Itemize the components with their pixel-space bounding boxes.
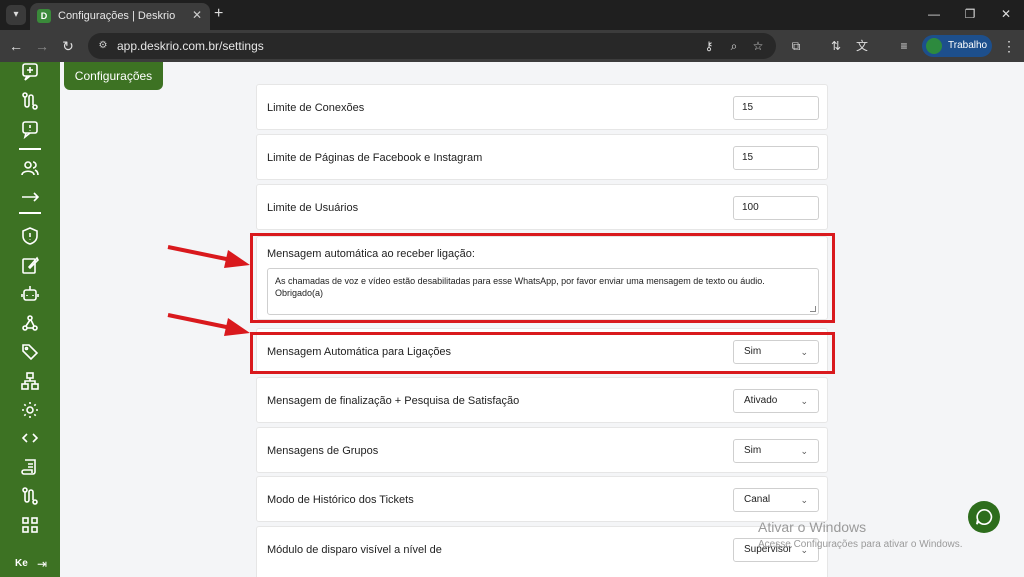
setting-row: Modo de Histórico dos Tickets Canal ⌄ bbox=[256, 476, 828, 522]
chevron-down-icon: ⌄ bbox=[800, 446, 808, 456]
settings-icon[interactable] bbox=[20, 400, 40, 420]
setting-label: Módulo de disparo visível a nível de bbox=[267, 544, 442, 556]
satisfaction-survey-select[interactable]: Ativado ⌄ bbox=[733, 389, 819, 413]
code-icon[interactable] bbox=[20, 428, 40, 448]
setting-row: Mensagens de Grupos Sim ⌄ bbox=[256, 427, 828, 473]
scroll-icon[interactable] bbox=[20, 457, 40, 477]
extensions-icon[interactable]: ⧉ bbox=[788, 38, 804, 54]
address-bar[interactable]: ⚙ app.deskrio.com.br/settings ⚷ ⌕ ☆ bbox=[88, 33, 776, 59]
setting-label: Limite de Páginas de Facebook e Instagra… bbox=[267, 152, 483, 164]
minimize-button[interactable]: — bbox=[916, 0, 952, 30]
route-icon[interactable] bbox=[20, 486, 40, 506]
shield-icon[interactable] bbox=[20, 226, 40, 246]
bot-icon[interactable] bbox=[20, 284, 40, 304]
close-window-button[interactable]: ✕ bbox=[988, 0, 1024, 30]
add-message-icon[interactable] bbox=[20, 62, 40, 82]
highlight-box bbox=[250, 332, 835, 374]
site-info-icon[interactable]: ⚙ bbox=[96, 39, 110, 53]
windows-activation-subtitle: Acesse Configurações para ativar o Windo… bbox=[758, 539, 963, 550]
url-text[interactable]: app.deskrio.com.br/settings bbox=[117, 39, 264, 53]
setting-label: Mensagens de Grupos bbox=[267, 445, 379, 457]
webhook-icon[interactable] bbox=[20, 313, 40, 333]
setting-label: Mensagem de finalização + Pesquisa de Sa… bbox=[267, 395, 520, 407]
hierarchy-icon[interactable] bbox=[20, 371, 40, 391]
browser-tab[interactable]: D Configurações | Deskrio ✕ bbox=[30, 3, 210, 30]
setting-row: Limite de Usuários 100 bbox=[256, 184, 828, 230]
setting-label: Limite de Usuários bbox=[267, 202, 359, 214]
arrow-right-icon[interactable] bbox=[20, 187, 40, 207]
setting-label: Limite de Conexões bbox=[267, 102, 365, 114]
translate-icon[interactable]: 文 bbox=[854, 38, 870, 54]
restore-button[interactable]: ❐ bbox=[952, 0, 988, 30]
sidebar-divider bbox=[19, 212, 41, 214]
password-key-icon[interactable]: ⚷ bbox=[701, 38, 717, 54]
browser-menu-icon[interactable]: ⋮ bbox=[1002, 38, 1016, 54]
window-controls: — ❐ ✕ bbox=[916, 0, 1024, 30]
user-initials[interactable]: Ke bbox=[15, 558, 28, 569]
reading-list-icon[interactable]: ≡ bbox=[896, 38, 912, 54]
tab-title: Configurações | Deskrio bbox=[58, 10, 176, 22]
tab-configuracoes[interactable]: Configurações bbox=[64, 62, 163, 90]
facebook-instagram-limit-input[interactable]: 15 bbox=[733, 146, 819, 170]
chat-bubble-icon bbox=[976, 508, 993, 525]
select-value: Canal bbox=[744, 494, 771, 505]
tab-close-icon[interactable]: ✕ bbox=[192, 8, 202, 22]
connections-limit-input[interactable]: 15 bbox=[733, 96, 819, 120]
sidebar-footer: Ke ⇥ bbox=[0, 552, 60, 577]
group-messages-select[interactable]: Sim ⌄ bbox=[733, 439, 819, 463]
forward-arrow-icon[interactable]: → bbox=[32, 36, 52, 56]
setting-row: Limite de Conexões 15 bbox=[256, 84, 828, 130]
deskrio-favicon-icon: D bbox=[37, 9, 51, 23]
windows-activation-title: Ativar o Windows bbox=[758, 519, 867, 535]
settings-content: Configurações Limite de Conexões 15 Limi… bbox=[60, 62, 1024, 577]
sidebar-divider bbox=[19, 148, 41, 150]
setting-label: Modo de Histórico dos Tickets bbox=[267, 494, 414, 506]
select-value: Sim bbox=[744, 445, 762, 456]
sidebar: Ke ⇥ bbox=[0, 62, 60, 577]
profile-name: Trabalho bbox=[948, 40, 988, 51]
tags-icon[interactable] bbox=[20, 342, 40, 362]
route-icon[interactable] bbox=[20, 91, 40, 111]
select-value: Ativado bbox=[744, 395, 778, 406]
extension-translate-icon[interactable]: ⇅ bbox=[828, 38, 844, 54]
annotation-arrow-icon bbox=[167, 245, 250, 268]
annotation-arrow-icon bbox=[167, 313, 250, 336]
edit-icon[interactable] bbox=[20, 255, 40, 275]
browser-toolbar: ← → ↻ ⚙ app.deskrio.com.br/settings ⚷ ⌕ … bbox=[0, 30, 1024, 62]
browser-tab-strip: ▾ D Configurações | Deskrio ✕ + — ❐ ✕ bbox=[0, 0, 1024, 30]
users-icon[interactable] bbox=[20, 158, 40, 178]
ticket-history-mode-select[interactable]: Canal ⌄ bbox=[733, 488, 819, 512]
grid-icon[interactable] bbox=[20, 515, 40, 535]
setting-row: Módulo de disparo visível a nível de Sup… bbox=[256, 526, 828, 577]
chat-icon[interactable] bbox=[20, 119, 40, 140]
profile-avatar bbox=[926, 38, 942, 54]
setting-row: Limite de Páginas de Facebook e Instagra… bbox=[256, 134, 828, 180]
users-limit-input[interactable]: 100 bbox=[733, 196, 819, 220]
setting-row: Mensagem de finalização + Pesquisa de Sa… bbox=[256, 377, 828, 423]
reload-icon[interactable]: ↻ bbox=[58, 36, 78, 56]
profile-button[interactable]: Trabalho bbox=[922, 35, 992, 57]
tab-search-icon[interactable]: ▾ bbox=[6, 5, 26, 25]
chevron-down-icon: ⌄ bbox=[800, 495, 808, 505]
logout-icon[interactable]: ⇥ bbox=[37, 557, 47, 571]
back-arrow-icon[interactable]: ← bbox=[6, 36, 26, 56]
chat-button[interactable] bbox=[968, 501, 1000, 533]
app-window: ▾ D Configurações | Deskrio ✕ + — ❐ ✕ ← … bbox=[0, 0, 1024, 577]
highlight-box bbox=[250, 233, 835, 323]
bookmark-star-icon[interactable]: ☆ bbox=[750, 38, 766, 54]
new-tab-button[interactable]: + bbox=[214, 5, 223, 23]
chevron-down-icon: ⌄ bbox=[800, 396, 808, 406]
zoom-icon[interactable]: ⌕ bbox=[726, 38, 742, 54]
